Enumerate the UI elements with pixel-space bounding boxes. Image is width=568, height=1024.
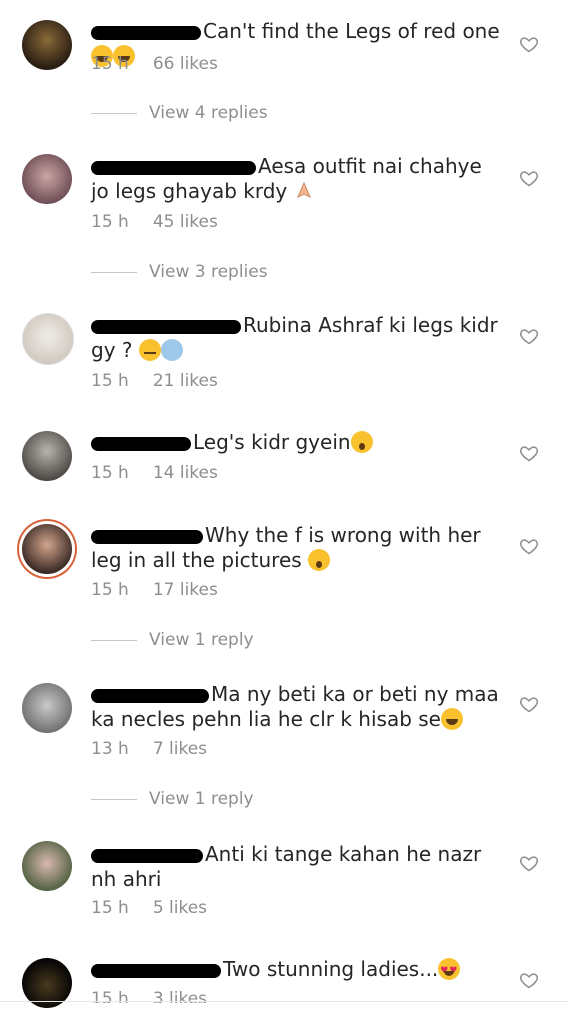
- redacted-username: [91, 529, 203, 544]
- comment-likes[interactable]: 45 likes: [153, 212, 218, 232]
- redacted-username: [91, 436, 191, 451]
- pray-emoji: [296, 181, 311, 199]
- redacted-username: [91, 688, 209, 703]
- comment-time: 13 h: [91, 739, 129, 759]
- avatar[interactable]: [22, 683, 72, 733]
- comment-likes[interactable]: 14 likes: [153, 463, 218, 483]
- view-replies-button[interactable]: View 4 replies: [91, 103, 268, 123]
- comment-likes[interactable]: 21 likes: [153, 371, 218, 391]
- comment-likes[interactable]: 66 likes: [153, 54, 218, 74]
- redacted-username: [91, 848, 203, 863]
- view-replies-button[interactable]: View 1 reply: [91, 630, 254, 650]
- heart-outline-icon[interactable]: [519, 536, 539, 556]
- comment-text: Leg's kidr gyein: [193, 430, 351, 454]
- astonished-emoji: [350, 431, 373, 453]
- laughing-emoji: [441, 708, 463, 730]
- comment-time: 15 h: [91, 463, 129, 483]
- redacted-username: [91, 319, 241, 334]
- scream-emoji: [160, 339, 183, 361]
- divider: [0, 1001, 568, 1002]
- comment-text: Two stunning ladies...: [223, 957, 439, 981]
- view-replies-button[interactable]: View 3 replies: [91, 262, 268, 282]
- heart-outline-icon[interactable]: [519, 853, 539, 873]
- comment-time: 15 h: [91, 580, 129, 600]
- comment-time: 15 h: [91, 371, 129, 391]
- heart-outline-icon[interactable]: [519, 970, 539, 990]
- comment-likes[interactable]: 17 likes: [153, 580, 218, 600]
- comment-likes[interactable]: 5 likes: [153, 898, 207, 918]
- comment-time: 15 h: [91, 212, 129, 232]
- heart-outline-icon[interactable]: [519, 694, 539, 714]
- avatar[interactable]: [22, 524, 72, 574]
- comment-time: 15 h: [91, 54, 129, 74]
- astonished-emoji: [308, 549, 331, 571]
- redacted-username: [91, 25, 201, 40]
- avatar[interactable]: [22, 841, 72, 891]
- heart-eyes-emoji: [438, 958, 461, 984]
- redacted-username: [91, 160, 256, 175]
- avatar[interactable]: [22, 154, 72, 204]
- comment-likes[interactable]: 7 likes: [153, 739, 207, 759]
- avatar[interactable]: [22, 431, 72, 481]
- heart-outline-icon[interactable]: [519, 443, 539, 463]
- avatar[interactable]: [22, 313, 74, 365]
- comment-time: 15 h: [91, 898, 129, 918]
- comment-text: Can't find the Legs of red one: [203, 19, 500, 43]
- redacted-username: [91, 963, 221, 978]
- heart-outline-icon[interactable]: [519, 34, 539, 54]
- view-replies-button[interactable]: View 1 reply: [91, 789, 254, 809]
- eye-roll-emoji: [138, 339, 161, 361]
- avatar[interactable]: [22, 20, 72, 70]
- heart-outline-icon[interactable]: [519, 168, 539, 188]
- heart-outline-icon[interactable]: [519, 326, 539, 346]
